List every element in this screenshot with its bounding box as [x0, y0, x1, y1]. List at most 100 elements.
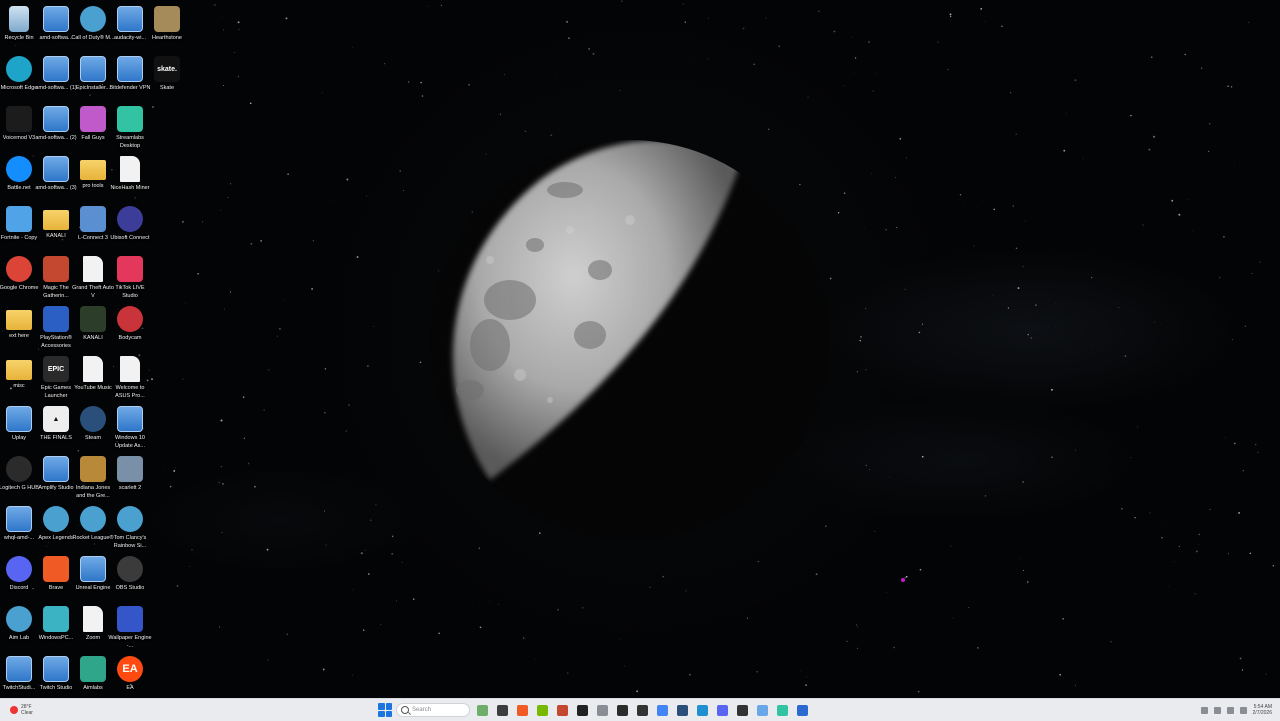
desktop-shortcut[interactable]: YouTube Music: [74, 354, 112, 402]
taskbar-app[interactable]: [694, 702, 710, 718]
desktop-shortcut[interactable]: Apex Legends: [37, 504, 75, 552]
desktop-shortcut[interactable]: Call of Duty® M...: [74, 4, 112, 52]
desktop-shortcut[interactable]: ext here: [0, 304, 38, 352]
desktop-shortcut[interactable]: KANALI: [37, 204, 75, 252]
star: [1022, 481, 1024, 483]
weather-widget[interactable]: 28°F Clear: [10, 702, 70, 718]
desktop-shortcut[interactable]: amd-softwa... (3): [37, 154, 75, 202]
star: [765, 18, 766, 19]
start-button[interactable]: [378, 703, 392, 717]
taskbar-app[interactable]: [714, 702, 730, 718]
desktop-shortcut[interactable]: PlayStation® Accessories: [37, 304, 75, 352]
desktop-shortcut[interactable]: Grand Theft Auto V: [74, 254, 112, 302]
skate-icon: skate.: [154, 56, 180, 82]
desktop-shortcut[interactable]: skate.Skate: [148, 54, 186, 102]
desktop-shortcut[interactable]: Bitdefender VPN: [111, 54, 149, 102]
taskbar-app[interactable]: [474, 702, 490, 718]
star: [1023, 570, 1024, 571]
desktop-shortcut[interactable]: ▲THE FINALS: [37, 404, 75, 452]
microphone-icon[interactable]: [1214, 707, 1221, 714]
desktop-shortcut[interactable]: L-Connect 3: [74, 204, 112, 252]
desktop-shortcut[interactable]: Discord: [0, 554, 38, 602]
desktop-shortcut[interactable]: Steam: [74, 404, 112, 452]
desktop-shortcut[interactable]: Microsoft Edge: [0, 54, 38, 102]
star: [691, 61, 692, 62]
desktop-shortcut[interactable]: Windows 10 Update As...: [111, 404, 149, 452]
desktop-shortcut[interactable]: Amplify Studio: [37, 454, 75, 502]
desktop-shortcut[interactable]: amd-softwa...: [37, 4, 75, 52]
desktop-shortcut[interactable]: KANALI: [74, 304, 112, 352]
desktop-shortcut[interactable]: NiceHash Miner: [111, 154, 149, 202]
desktop-shortcut[interactable]: EAEA: [111, 654, 149, 698]
star: [1257, 452, 1258, 453]
desktop-shortcut[interactable]: pro tools: [74, 154, 112, 202]
clock[interactable]: 5:54 AM 2/7/2026: [1253, 704, 1272, 716]
desktop-shortcut[interactable]: Zoom: [74, 604, 112, 652]
taskbar-app[interactable]: [494, 702, 510, 718]
desktop-shortcut[interactable]: Ubisoft Connect: [111, 204, 149, 252]
star: [1161, 537, 1163, 539]
desktop-shortcut[interactable]: EpicInstaller...: [74, 54, 112, 102]
taskbar-app[interactable]: [594, 702, 610, 718]
taskbar-app[interactable]: [674, 702, 690, 718]
desktop-shortcut[interactable]: EPICEpic Games Launcher: [37, 354, 75, 402]
desktop-shortcut[interactable]: Tom Clancy's Rainbow Si...: [111, 504, 149, 552]
desktop-shortcut[interactable]: misc: [0, 354, 38, 402]
desktop-shortcut[interactable]: Aim Lab: [0, 604, 38, 652]
taskbar-app[interactable]: [794, 702, 810, 718]
taskbar-app[interactable]: [734, 702, 750, 718]
desktop-shortcut[interactable]: Wallpaper Engine -...: [111, 604, 149, 652]
desktop-shortcut[interactable]: Twitch Studio: [37, 654, 75, 698]
desktop-shortcut[interactable]: Indiana Jones and the Gre...: [74, 454, 112, 502]
desktop-shortcut[interactable]: TwitchStudi...: [0, 654, 38, 698]
star: [254, 486, 256, 488]
desktop-shortcut[interactable]: Welcome to ASUS Pro...: [111, 354, 149, 402]
taskbar-search[interactable]: Search: [396, 703, 470, 717]
taskbar-app[interactable]: [514, 702, 530, 718]
star: [985, 21, 986, 22]
taskbar-app[interactable]: [534, 702, 550, 718]
taskbar-app[interactable]: [554, 702, 570, 718]
desktop-shortcut[interactable]: Aimlabs: [74, 654, 112, 698]
wifi-icon[interactable]: [1227, 707, 1234, 714]
desktop-shortcut[interactable]: scarlett 2: [111, 454, 149, 502]
star: [1008, 307, 1009, 308]
star: [183, 379, 184, 380]
desktop-shortcut[interactable]: Fall Guys: [74, 104, 112, 152]
star: [896, 227, 897, 228]
desktop-shortcut[interactable]: Rocket League®: [74, 504, 112, 552]
volume-icon[interactable]: [1240, 707, 1247, 714]
desktop-shortcut[interactable]: Streamlabs Desktop: [111, 104, 149, 152]
chevron-up-icon[interactable]: [1201, 707, 1208, 714]
desktop-shortcut[interactable]: amd-softwa... (2): [37, 104, 75, 152]
desktop-shortcut[interactable]: Uplay: [0, 404, 38, 452]
desktop-shortcut[interactable]: Google Chrome: [0, 254, 38, 302]
desktop-shortcut[interactable]: Unreal Engine: [74, 554, 112, 602]
desktop-shortcut[interactable]: Brave: [37, 554, 75, 602]
taskbar-app[interactable]: [654, 702, 670, 718]
star: [1171, 200, 1173, 202]
taskbar-app[interactable]: [574, 702, 590, 718]
desktop-shortcut[interactable]: amd-softwa... (1): [37, 54, 75, 102]
star: [1245, 326, 1247, 328]
taskbar-app[interactable]: [614, 702, 630, 718]
desktop-shortcut[interactable]: Magic The Gatherin...: [37, 254, 75, 302]
globe-icon: [117, 506, 143, 532]
desktop[interactable]: Recycle Binamd-softwa...Call of Duty® M.…: [0, 0, 1280, 698]
desktop-shortcut[interactable]: Fortnite - Copy: [0, 204, 38, 252]
desktop-shortcut[interactable]: Recycle Bin: [0, 4, 38, 52]
desktop-shortcut[interactable]: Voicemod V3: [0, 104, 38, 152]
star: [306, 59, 307, 60]
desktop-shortcut[interactable]: Logitech G HUB: [0, 454, 38, 502]
taskbar-app[interactable]: [774, 702, 790, 718]
taskbar-app[interactable]: [754, 702, 770, 718]
desktop-shortcut[interactable]: OBS Studio: [111, 554, 149, 602]
desktop-shortcut[interactable]: Bodycam: [111, 304, 149, 352]
desktop-shortcut[interactable]: TikTok LIVE Studio: [111, 254, 149, 302]
desktop-shortcut[interactable]: whql-amd-...: [0, 504, 38, 552]
desktop-shortcut[interactable]: WindowsPC...: [37, 604, 75, 652]
desktop-shortcut[interactable]: Battle.net: [0, 154, 38, 202]
taskbar-app[interactable]: [634, 702, 650, 718]
desktop-shortcut[interactable]: Hearthstone: [148, 4, 186, 52]
desktop-shortcut[interactable]: audacity-wi...: [111, 4, 149, 52]
